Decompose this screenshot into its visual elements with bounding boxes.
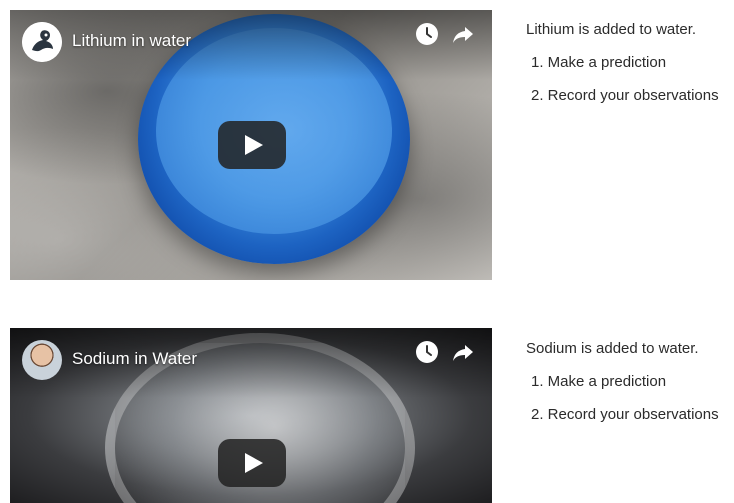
step-item: 2. Record your observations <box>531 406 719 423</box>
video-player-sodium[interactable]: Sodium in Water <box>10 328 492 503</box>
clock-icon[interactable] <box>415 340 439 364</box>
instruction-steps: 1. Make a prediction 2. Record your obse… <box>526 53 719 106</box>
share-icon[interactable] <box>451 340 475 364</box>
video-player-lithium[interactable]: Lithium in water <box>10 10 492 280</box>
step-item: 1. Make a prediction <box>531 373 667 390</box>
instruction-steps: 1. Make a prediction 2. Record your obse… <box>526 372 719 425</box>
play-icon[interactable] <box>218 121 286 169</box>
share-icon[interactable] <box>451 22 475 46</box>
clock-icon[interactable] <box>415 22 439 46</box>
instruction-intro: Lithium is added to water. <box>526 21 697 38</box>
instruction-intro: Sodium is added to water. <box>526 340 699 357</box>
step-item: 1. Make a prediction <box>531 54 667 71</box>
video-title[interactable]: Sodium in Water <box>72 349 197 369</box>
channel-avatar[interactable] <box>22 340 62 380</box>
instructions-lithium: Lithium is added to water. 1. Make a pre… <box>526 20 719 106</box>
video-title[interactable]: Lithium in water <box>72 31 191 51</box>
play-icon[interactable] <box>218 439 286 487</box>
channel-avatar[interactable] <box>22 22 62 62</box>
instructions-sodium: Sodium is added to water. 1. Make a pred… <box>526 339 719 425</box>
step-item: 2. Record your observations <box>531 87 719 104</box>
